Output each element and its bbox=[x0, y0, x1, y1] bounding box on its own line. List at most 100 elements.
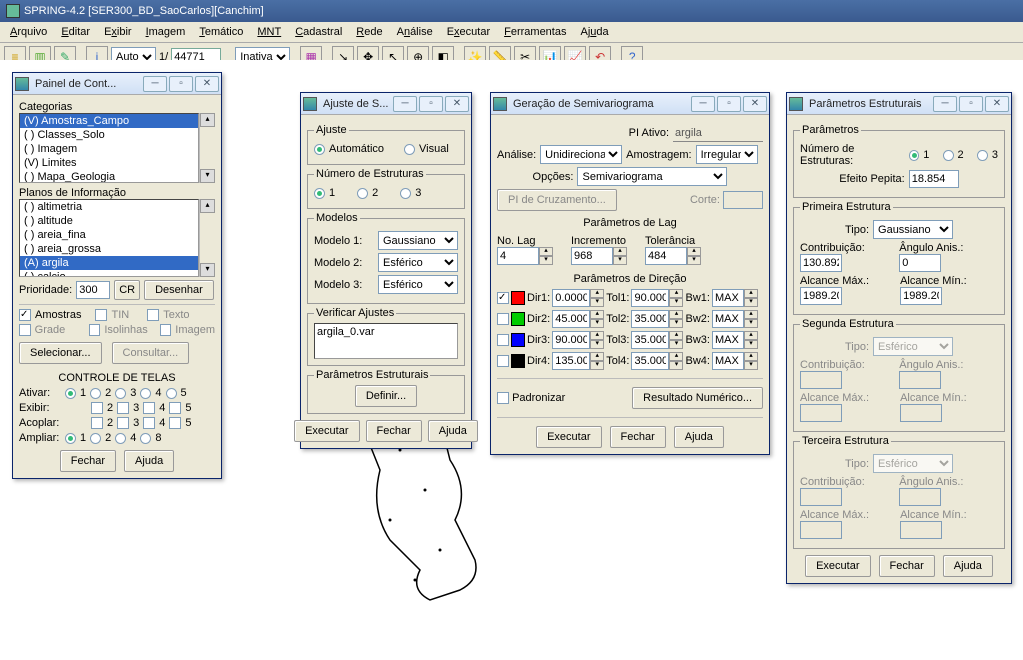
spinner[interactable]: ▴▾ bbox=[744, 289, 758, 307]
isolinhas-check[interactable] bbox=[89, 324, 101, 336]
executar-button[interactable]: Executar bbox=[294, 420, 359, 442]
menu-exibir[interactable]: Exibir bbox=[98, 24, 138, 40]
opcoes-select[interactable]: Semivariograma bbox=[577, 167, 727, 186]
ajuda-button[interactable]: Ajuda bbox=[124, 450, 174, 472]
list-item[interactable]: (V) Limites bbox=[20, 156, 198, 170]
dir2-check[interactable] bbox=[497, 313, 509, 325]
spinner[interactable]: ▴▾ bbox=[744, 310, 758, 328]
fechar-button[interactable]: Fechar bbox=[610, 426, 666, 448]
automatico-radio[interactable] bbox=[314, 144, 325, 155]
pe-1[interactable] bbox=[909, 150, 920, 161]
tol3-input[interactable] bbox=[631, 331, 669, 349]
contrib1-input[interactable] bbox=[800, 254, 842, 272]
list-item[interactable]: ( ) Imagem bbox=[20, 142, 198, 156]
prioridade-input[interactable] bbox=[76, 281, 110, 299]
executar-button[interactable]: Executar bbox=[536, 426, 601, 448]
minimize-icon[interactable]: ─ bbox=[933, 96, 957, 112]
bw3-input[interactable] bbox=[712, 331, 744, 349]
list-item[interactable]: ( ) Mapa_Geologia bbox=[20, 170, 198, 183]
cr-button[interactable]: CR bbox=[114, 280, 140, 300]
minimize-icon[interactable]: ─ bbox=[691, 96, 715, 112]
tin-check[interactable] bbox=[95, 309, 107, 321]
list-item[interactable]: ( ) altitude bbox=[20, 214, 198, 228]
fechar-button[interactable]: Fechar bbox=[879, 555, 935, 577]
dir3-check[interactable] bbox=[497, 334, 509, 346]
spinner[interactable]: ▴▾ bbox=[669, 289, 683, 307]
tol1-input[interactable] bbox=[631, 289, 669, 307]
spinner[interactable]: ▴▾ bbox=[613, 247, 627, 265]
definir-button[interactable]: Definir... bbox=[355, 385, 417, 407]
dir1-check[interactable] bbox=[497, 292, 509, 304]
categorias-list[interactable]: (V) Amostras_Campo ( ) Classes_Solo ( ) … bbox=[19, 113, 199, 183]
spinner[interactable]: ▴▾ bbox=[590, 310, 604, 328]
verificar-textarea[interactable]: argila_0.var bbox=[314, 323, 458, 359]
list-item[interactable]: (V) Amostras_Campo bbox=[20, 114, 198, 128]
alcmin1-input[interactable] bbox=[900, 287, 942, 305]
ajuda-button[interactable]: Ajuda bbox=[674, 426, 724, 448]
acoplar-5[interactable] bbox=[169, 417, 181, 429]
dir3-input[interactable] bbox=[552, 331, 590, 349]
spinner[interactable]: ▴▾ bbox=[669, 352, 683, 370]
spinner[interactable]: ▴▾ bbox=[590, 331, 604, 349]
titlebar-param[interactable]: Parâmetros Estruturais ─ ▫ ✕ bbox=[787, 93, 1011, 115]
bw1-input[interactable] bbox=[712, 289, 744, 307]
amostragem-select[interactable]: Irregular bbox=[696, 145, 758, 164]
exibir-4[interactable] bbox=[143, 402, 155, 414]
modelo3-select[interactable]: Esférico bbox=[378, 275, 458, 294]
nolag-input[interactable] bbox=[497, 247, 539, 265]
ampliar-2[interactable] bbox=[90, 433, 101, 444]
spinner[interactable]: ▴▾ bbox=[590, 352, 604, 370]
dir1-input[interactable] bbox=[552, 289, 590, 307]
list-item[interactable]: ( ) areia_fina bbox=[20, 228, 198, 242]
spinner[interactable]: ▴▾ bbox=[669, 331, 683, 349]
menu-imagem[interactable]: Imagem bbox=[140, 24, 192, 40]
ne-2[interactable] bbox=[357, 188, 368, 199]
close-icon[interactable]: ✕ bbox=[195, 76, 219, 92]
amostras-check[interactable] bbox=[19, 309, 31, 321]
minimize-icon[interactable]: ─ bbox=[143, 76, 167, 92]
dir2-input[interactable] bbox=[552, 310, 590, 328]
pe-2[interactable] bbox=[943, 150, 954, 161]
list-item[interactable]: ( ) altimetria bbox=[20, 200, 198, 214]
maximize-icon[interactable]: ▫ bbox=[169, 76, 193, 92]
ajuda-button[interactable]: Ajuda bbox=[428, 420, 478, 442]
padronizar-check[interactable] bbox=[497, 392, 509, 404]
scrollbar[interactable]: ▴▾ bbox=[199, 113, 215, 183]
resultado-button[interactable]: Resultado Numérico... bbox=[632, 387, 763, 409]
dir4-check[interactable] bbox=[497, 355, 509, 367]
close-icon[interactable]: ✕ bbox=[445, 96, 469, 112]
ne-1[interactable] bbox=[314, 188, 325, 199]
spinner[interactable]: ▴▾ bbox=[590, 289, 604, 307]
ajuda-button[interactable]: Ajuda bbox=[943, 555, 993, 577]
planos-list[interactable]: ( ) altimetria ( ) altitude ( ) areia_fi… bbox=[19, 199, 199, 277]
exibir-5[interactable] bbox=[169, 402, 181, 414]
ne-3[interactable] bbox=[400, 188, 411, 199]
spinner[interactable]: ▴▾ bbox=[744, 331, 758, 349]
list-item[interactable]: (A) argila bbox=[20, 256, 198, 270]
ampliar-8[interactable] bbox=[140, 433, 151, 444]
close-icon[interactable]: ✕ bbox=[985, 96, 1009, 112]
spinner[interactable]: ▴▾ bbox=[744, 352, 758, 370]
analise-select[interactable]: Unidirecional bbox=[540, 145, 622, 164]
modelo2-select[interactable]: Esférico bbox=[378, 253, 458, 272]
tolerancia-input[interactable] bbox=[645, 247, 687, 265]
scrollbar[interactable]: ▴▾ bbox=[199, 199, 215, 277]
pe-3[interactable] bbox=[977, 150, 988, 161]
ativar-5[interactable] bbox=[166, 388, 177, 399]
maximize-icon[interactable]: ▫ bbox=[419, 96, 443, 112]
menu-ajuda[interactable]: Ajuda bbox=[574, 24, 614, 40]
titlebar-ajuste[interactable]: Ajuste de S... ─ ▫ ✕ bbox=[301, 93, 471, 115]
fechar-button[interactable]: Fechar bbox=[60, 450, 116, 472]
alcmax1-input[interactable] bbox=[800, 287, 842, 305]
menu-cadastral[interactable]: Cadastral bbox=[289, 24, 348, 40]
menu-mnt[interactable]: MNT bbox=[251, 24, 287, 40]
list-item[interactable]: ( ) areia_grossa bbox=[20, 242, 198, 256]
executar-button[interactable]: Executar bbox=[805, 555, 870, 577]
incremento-input[interactable] bbox=[571, 247, 613, 265]
angulo1-input[interactable] bbox=[899, 254, 941, 272]
ampliar-1[interactable] bbox=[65, 433, 76, 444]
acoplar-4[interactable] bbox=[143, 417, 155, 429]
tol2-input[interactable] bbox=[631, 310, 669, 328]
tol4-input[interactable] bbox=[631, 352, 669, 370]
menu-tematico[interactable]: Temático bbox=[193, 24, 249, 40]
